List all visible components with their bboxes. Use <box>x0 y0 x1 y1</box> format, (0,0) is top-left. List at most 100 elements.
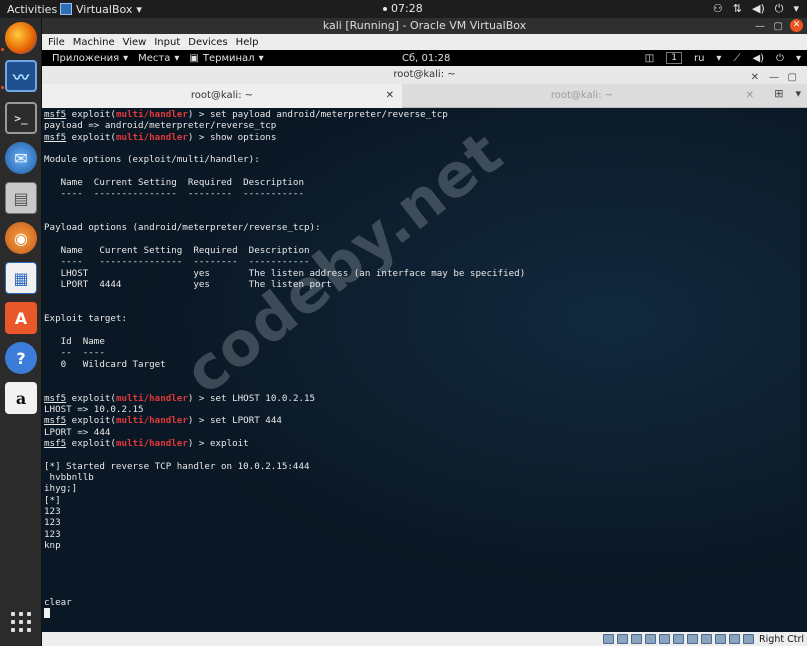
chevron-down-icon: ▾ <box>258 52 264 64</box>
keyboard-icon[interactable] <box>743 634 755 644</box>
chevron-down-icon: ▾ <box>136 2 142 16</box>
terminal-line: Payload options (android/meterpreter/rev… <box>44 222 321 234</box>
amazon-icon[interactable]: a <box>5 382 37 414</box>
terminal-titlebar[interactable]: root@kali: ~ ✕ — ▢ <box>42 66 807 84</box>
chevron-down-icon[interactable]: ▾ <box>795 87 801 100</box>
activities-button[interactable]: Activities <box>0 3 60 16</box>
guest-tray[interactable]: ◫ 1 ru ▾ ⟋ ◀) ⏻ ▾ <box>645 52 801 64</box>
terminal-line: [*] Started reverse TCP handler on 10.0.… <box>44 460 310 472</box>
chevron-down-icon[interactable]: ▾ <box>793 2 799 16</box>
writer-icon[interactable]: ▦ <box>5 262 37 294</box>
text-cursor[interactable] <box>44 608 50 619</box>
cpu-icon[interactable] <box>715 634 727 644</box>
terminal-tab-bar: root@kali: ~ ✕ root@kali: ~ ✕ ⊞ ▾ <box>42 84 807 108</box>
terminal-line: Module options (exploit/multi/handler): <box>44 154 260 166</box>
close-icon[interactable]: ✕ <box>386 84 394 108</box>
help-icon[interactable]: ? <box>5 342 37 374</box>
system-monitor-icon[interactable]: 〰 <box>5 60 37 92</box>
menu-help[interactable]: Help <box>236 37 259 48</box>
usb-icon[interactable] <box>659 634 671 644</box>
rhythmbox-icon[interactable]: ◉ <box>5 222 37 254</box>
command-text: ) > exploit <box>187 437 249 449</box>
new-tab-icon[interactable]: ⊞ <box>774 87 783 100</box>
menu-view[interactable]: View <box>123 37 147 48</box>
system-tray[interactable]: ⚇ ⇅ ◀) ⏻ ▾ <box>713 2 799 16</box>
minimize-icon[interactable]: — <box>755 19 765 35</box>
guest-screen[interactable]: Приложения ▾ Места ▾ ▣ Терминал ▾ Сб, 01… <box>42 50 807 632</box>
mouse-integration-icon[interactable] <box>729 634 741 644</box>
applications-menu[interactable]: Приложения ▾ <box>52 53 128 64</box>
firefox-icon[interactable] <box>5 22 37 54</box>
optical-drive-icon[interactable] <box>617 634 629 644</box>
volume-icon[interactable]: ◀) <box>752 2 765 16</box>
close-icon[interactable]: ✕ <box>790 19 803 32</box>
menu-devices[interactable]: Devices <box>188 37 227 48</box>
terminal-output[interactable]: codeby.net msf5 exploit(multi/handler) >… <box>42 108 800 632</box>
show-applications-icon[interactable] <box>11 612 31 632</box>
terminal-line: ---- --------------- -------- ----------… <box>44 188 304 200</box>
menu-machine[interactable]: Machine <box>73 37 115 48</box>
chevron-down-icon[interactable]: ▾ <box>716 53 721 64</box>
workspace-indicator[interactable]: 1 <box>666 52 682 64</box>
thunderbird-icon[interactable]: ✉ <box>5 142 37 174</box>
terminal-app-menu[interactable]: ▣ Терминал ▾ <box>189 53 263 64</box>
terminal-line: LHOST yes The listen address (an interfa… <box>44 267 526 279</box>
msf-prompt: msf5 <box>44 392 67 404</box>
active-indicator <box>1 86 4 89</box>
virtualbox-titlebar[interactable]: kali [Running] - Oracle VM VirtualBox — … <box>42 18 807 34</box>
terminal-icon[interactable]: >_ <box>5 102 37 134</box>
screenshot-icon[interactable]: ◫ <box>645 53 654 64</box>
app-menu-label: VirtualBox <box>76 2 133 16</box>
virtualbox-menubar: File Machine View Input Devices Help <box>42 34 807 50</box>
places-menu[interactable]: Места ▾ <box>138 53 179 64</box>
volume-icon[interactable]: ◀) <box>752 53 764 64</box>
clock[interactable]: 07:28 <box>383 2 423 15</box>
prompt-text: exploit( <box>66 437 116 449</box>
chevron-down-icon: ▾ <box>174 52 180 64</box>
shared-folders-icon[interactable] <box>673 634 685 644</box>
terminal-line: -- ---- <box>44 347 105 359</box>
terminal-line: hvbbnllb <box>44 472 94 483</box>
host-key-label: Right Ctrl <box>759 633 804 645</box>
cursor-line <box>44 608 525 619</box>
active-indicator <box>1 48 4 51</box>
network-icon[interactable]: ⟋ <box>733 53 740 64</box>
command-text: ) > set LHOST 10.0.2.15 <box>187 392 316 404</box>
maximize-icon[interactable]: ▢ <box>774 19 783 35</box>
files-icon[interactable]: ▤ <box>5 182 37 214</box>
terminal-lines: msf5 exploit(multi/handler) > set payloa… <box>44 109 525 619</box>
prompt-text: exploit( <box>66 415 116 427</box>
terminal-line: msf5 exploit(multi/handler) > set LPORT … <box>44 415 525 426</box>
network-icon[interactable] <box>645 634 657 644</box>
audio-icon[interactable] <box>631 634 643 644</box>
menu-input[interactable]: Input <box>154 37 180 48</box>
accessibility-icon[interactable]: ⚇ <box>713 2 723 16</box>
app-menu[interactable]: VirtualBox ▾ <box>60 3 142 16</box>
power-icon[interactable]: ⏻ <box>775 2 784 16</box>
chevron-down-icon[interactable]: ▾ <box>796 53 801 64</box>
close-icon[interactable]: ✕ <box>746 84 754 108</box>
module-name: multi/handler <box>115 415 188 427</box>
software-center-icon[interactable]: A <box>5 302 37 334</box>
language-indicator[interactable]: ru <box>694 53 704 64</box>
display-icon[interactable] <box>687 634 699 644</box>
power-icon[interactable]: ⏻ <box>776 53 784 64</box>
guest-top-bar: Приложения ▾ Места ▾ ▣ Терминал ▾ Сб, 01… <box>42 50 807 66</box>
ubuntu-top-bar: Activities VirtualBox ▾ 07:28 ⚇ ⇅ ◀) ⏻ ▾ <box>0 0 807 18</box>
menu-file[interactable]: File <box>48 37 65 48</box>
hard-disk-icon[interactable] <box>603 634 615 644</box>
network-icon[interactable]: ⇅ <box>733 2 742 16</box>
video-capture-icon[interactable] <box>701 634 713 644</box>
terminal-line: 0 Wildcard Target <box>44 358 166 370</box>
terminal-line: ---- --------------- -------- ----------… <box>44 256 310 268</box>
terminal-tab-2[interactable]: root@kali: ~ ✕ <box>402 84 762 108</box>
terminal-tab-1[interactable]: root@kali: ~ ✕ <box>42 84 402 108</box>
guest-clock[interactable]: Сб, 01:28 <box>402 53 450 64</box>
